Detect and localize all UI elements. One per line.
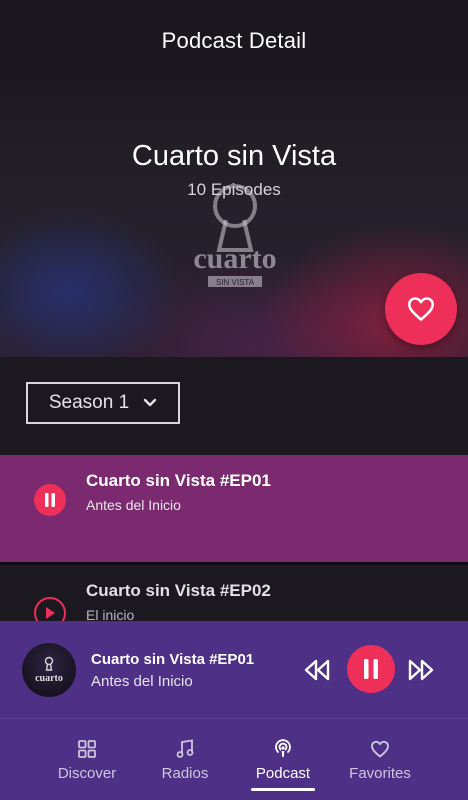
season-label: Season 1: [48, 392, 130, 413]
podcast-icon: [275, 739, 291, 757]
nav-label: Podcast: [255, 765, 311, 782]
cover-logo-text: cuarto: [193, 242, 276, 275]
nav-item-favorites[interactable]: Favorites: [330, 719, 430, 800]
episode-pause-button[interactable]: [34, 484, 66, 516]
episode-count: 10 Episodes: [187, 180, 281, 199]
nav-item-radios[interactable]: Radios: [135, 719, 235, 800]
app-header: Podcast Detail: [0, 0, 468, 82]
season-selector[interactable]: Season 1: [26, 382, 180, 424]
episode-title: Cuarto sin Vista #EP02: [86, 581, 271, 600]
heart-icon: [371, 740, 389, 758]
now-playing-title: Cuarto sin Vista #EP01: [91, 651, 255, 668]
pause-icon: [364, 659, 378, 679]
fast-forward-button[interactable]: [406, 655, 436, 685]
grid-icon: [78, 740, 96, 758]
now-playing-subtitle: Antes del Inicio: [91, 673, 193, 690]
now-playing-artwork: cuarto: [22, 643, 76, 697]
fast-forward-icon: [408, 659, 434, 681]
music-note-icon: [176, 739, 194, 758]
nav-item-discover[interactable]: Discover: [37, 719, 137, 800]
heart-outline-icon: [408, 297, 434, 321]
nav-label: Favorites: [349, 765, 411, 782]
bottom-navigation: Discover Radios Podcast Favorites: [0, 718, 468, 800]
episode-item-ep01[interactable]: Cuarto sin Vista #EP01 Antes del Inicio: [0, 455, 468, 562]
active-tab-indicator: [251, 788, 315, 791]
player-pause-button[interactable]: [347, 645, 395, 693]
now-playing-bar[interactable]: cuarto Cuarto sin Vista #EP01 Antes del …: [0, 621, 468, 718]
nav-label: Radios: [161, 765, 209, 782]
favorite-button[interactable]: [385, 273, 457, 345]
now-playing-art-text: cuarto: [35, 673, 63, 684]
rewind-icon: [304, 659, 330, 681]
pause-icon: [45, 493, 55, 507]
rewind-button[interactable]: [302, 655, 332, 685]
keyhole-icon: [44, 656, 54, 671]
episode-item-ep02[interactable]: Cuarto sin Vista #EP02 El inicio: [0, 562, 468, 629]
cover-logo-subtext: SIN VISTA: [216, 278, 255, 287]
nav-label: Discover: [57, 765, 117, 782]
page-title: Podcast Detail: [161, 28, 307, 53]
episode-title: Cuarto sin Vista #EP01: [86, 471, 271, 490]
play-icon: [46, 607, 55, 619]
chevron-down-icon: [143, 398, 157, 407]
episode-subtitle: Antes del Inicio: [86, 497, 181, 513]
podcast-title: Cuarto sin Vista: [131, 140, 337, 172]
